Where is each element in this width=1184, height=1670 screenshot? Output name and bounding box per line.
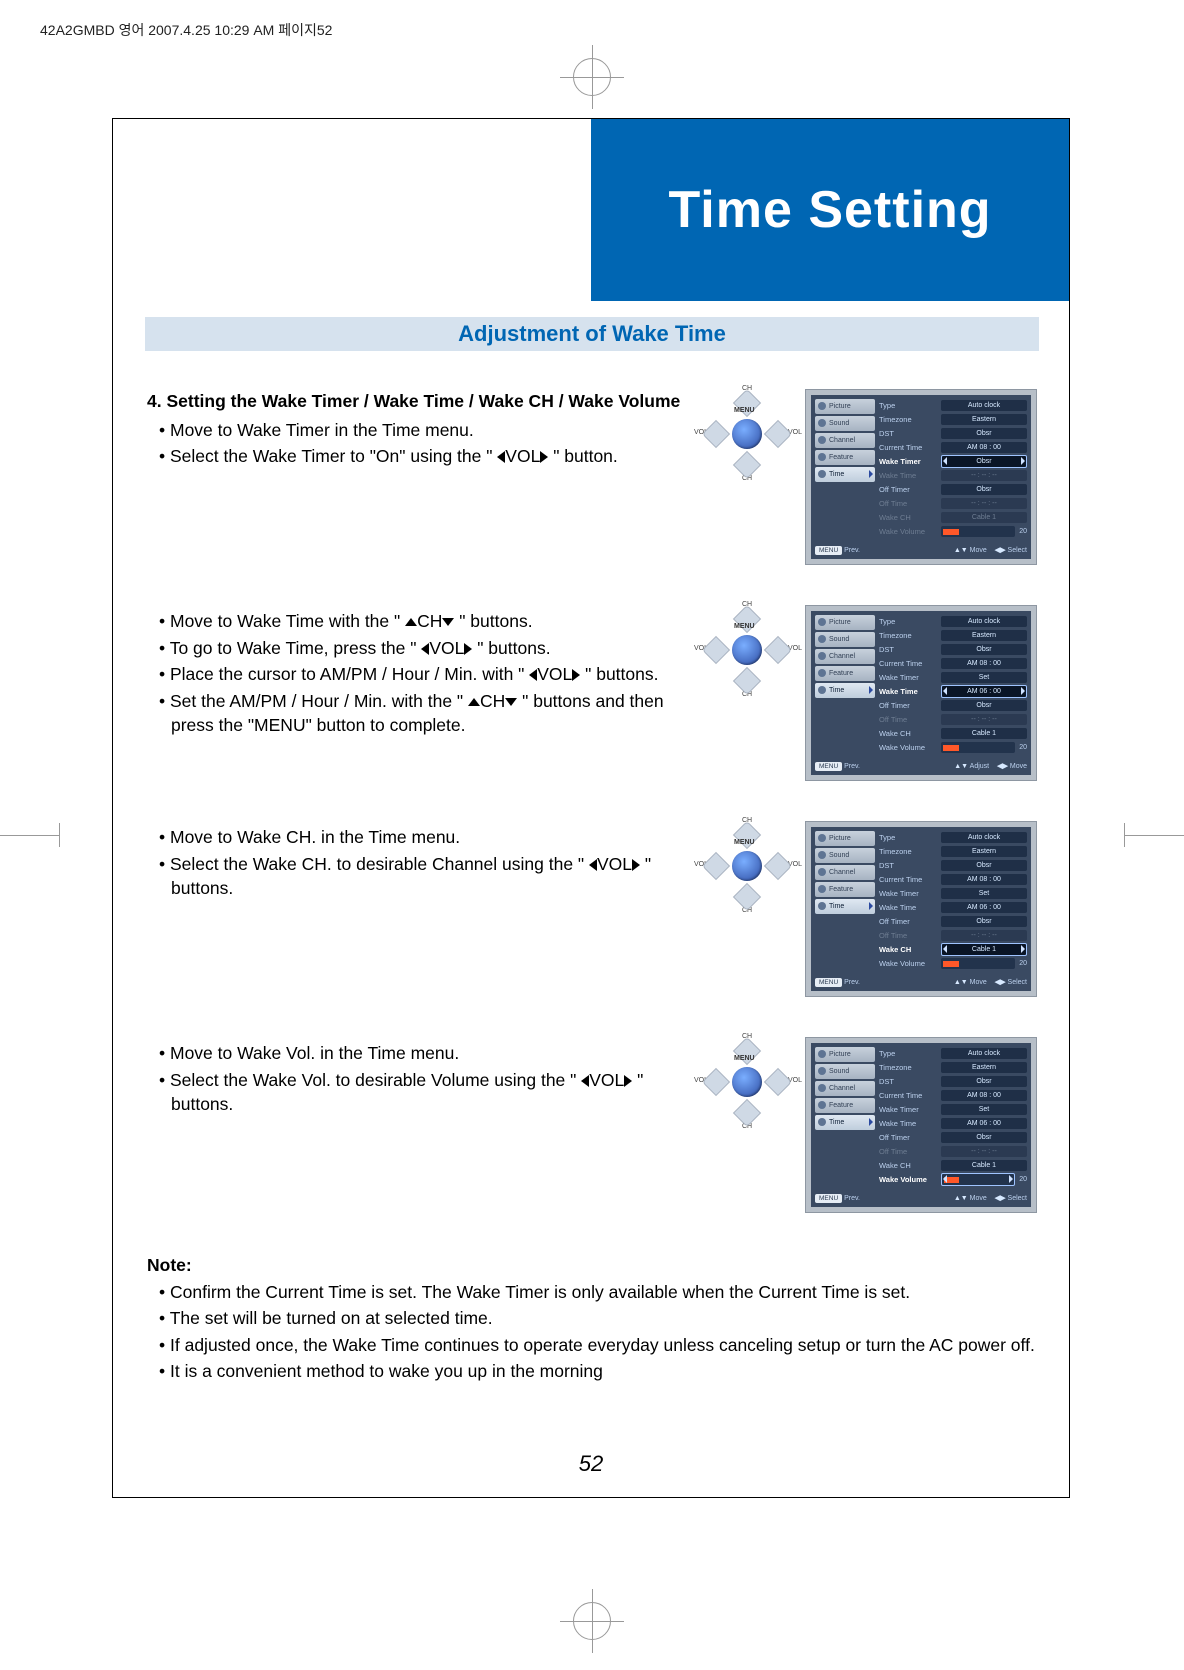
step-2-bullet-1: Move to Wake Time with the " CH " button… [159,609,689,634]
note-2: The set will be turned on at selected ti… [159,1306,1037,1331]
osd-tab-picture[interactable]: Picture [815,399,875,414]
remote-down-button[interactable] [733,451,761,479]
step-1: 4. Setting the Wake Timer / Wake Time / … [147,389,1037,565]
remote-down-button[interactable] [733,883,761,911]
step-2: Move to Wake Time with the " CH " button… [147,605,1037,781]
osd-tab-sound[interactable]: Sound [815,416,875,431]
step-4: Move to Wake Vol. in the Time menu. Sele… [147,1037,1037,1213]
step-3-bullet-2: Select the Wake CH. to desirable Channel… [159,852,689,901]
note-1: Confirm the Current Time is set. The Wak… [159,1280,1037,1305]
remote-down-button[interactable] [733,1099,761,1127]
step-2-bullet-2: To go to Wake Time, press the " VOL " bu… [159,636,689,661]
remote-menu-button[interactable] [732,1067,762,1097]
step-2-text: Move to Wake Time with the " CH " button… [147,605,689,740]
step-1-bullet-2: Select the Wake Timer to "On" using the … [159,444,689,469]
osd-row-wake-time[interactable]: Wake TimeAM 06 : 00 [879,685,1027,698]
remote-diagram: CH CH VOL VOL MENU [689,821,805,917]
remote-menu-button[interactable] [732,635,762,665]
step-4-text: Move to Wake Vol. in the Time menu. Sele… [147,1037,689,1119]
section-title: Adjustment of Wake Time [145,317,1039,351]
page-number: 52 [579,1451,603,1477]
print-header: 42A2GMBD 영어 2007.4.25 10:29 AM 페이지52 [40,20,332,40]
step-4-bullet-1: Move to Wake Vol. in the Time menu. [159,1041,689,1066]
remote-left-button[interactable] [702,636,730,664]
page-title-block: Time Setting [591,119,1069,301]
remote-diagram: CH CH VOL VOL MENU [689,389,805,485]
remote-left-button[interactable] [702,1068,730,1096]
osd-2: Picture Sound Channel Feature Time TypeA… [805,605,1037,781]
crop-mark-right [1124,835,1184,836]
osd-tab-time[interactable]: Time [815,467,875,482]
osd-row-wake-timer[interactable]: Wake TimerObsr [879,455,1027,468]
remote-right-button[interactable] [764,1068,792,1096]
remote-diagram: CH CH VOL VOL MENU [689,605,805,701]
remote-menu-button[interactable] [732,851,762,881]
step-1-bullet-1: Move to Wake Timer in the Time menu. [159,418,689,443]
remote-down-button[interactable] [733,667,761,695]
page-title: Time Setting [668,180,991,240]
note-3: If adjusted once, the Wake Time continue… [159,1333,1037,1358]
osd-1: Picture Sound Channel Feature Time TypeA… [805,389,1037,565]
step-2-bullet-3: Place the cursor to AM/PM / Hour / Min. … [159,662,689,687]
osd-3: Picture Sound Channel Feature Time TypeA… [805,821,1037,997]
remote-left-button[interactable] [702,852,730,880]
osd-tab-feature[interactable]: Feature [815,450,875,465]
remote-menu-button[interactable] [732,419,762,449]
crop-mark-left [0,835,60,836]
crop-mark-top [573,58,611,96]
step-3-bullet-1: Move to Wake CH. in the Time menu. [159,825,689,850]
osd-menu-prev-button[interactable]: MENU [815,546,842,555]
remote-diagram: CH CH VOL VOL MENU [689,1037,805,1133]
step-3-text: Move to Wake CH. in the Time menu. Selec… [147,821,689,903]
note-4: It is a convenient method to wake you up… [159,1359,1037,1384]
step-3: Move to Wake CH. in the Time menu. Selec… [147,821,1037,997]
remote-left-button[interactable] [702,420,730,448]
content-area: 4. Setting the Wake Timer / Wake Time / … [147,389,1037,1386]
page-frame: Time Setting Adjustment of Wake Time 4. … [112,118,1070,1498]
step-1-text: 4. Setting the Wake Timer / Wake Time / … [147,389,689,471]
crop-mark-bottom [573,1602,611,1640]
note-block: Note: Confirm the Current Time is set. T… [147,1253,1037,1384]
remote-right-button[interactable] [764,852,792,880]
note-title: Note: [147,1253,1037,1278]
step-2-bullet-4: Set the AM/PM / Hour / Min. with the " C… [159,689,689,738]
osd-tab-channel[interactable]: Channel [815,433,875,448]
step-1-heading: 4. Setting the Wake Timer / Wake Time / … [147,391,680,411]
osd-row-wake-ch[interactable]: Wake CHCable 1 [879,943,1027,956]
remote-menu-label: MENU [734,407,755,414]
osd-4: Picture Sound Channel Feature Time TypeA… [805,1037,1037,1213]
remote-right-button[interactable] [764,636,792,664]
step-4-bullet-2: Select the Wake Vol. to desirable Volume… [159,1068,689,1117]
osd-row-wake-volume[interactable]: Wake Volume20 [879,1173,1027,1186]
remote-right-button[interactable] [764,420,792,448]
